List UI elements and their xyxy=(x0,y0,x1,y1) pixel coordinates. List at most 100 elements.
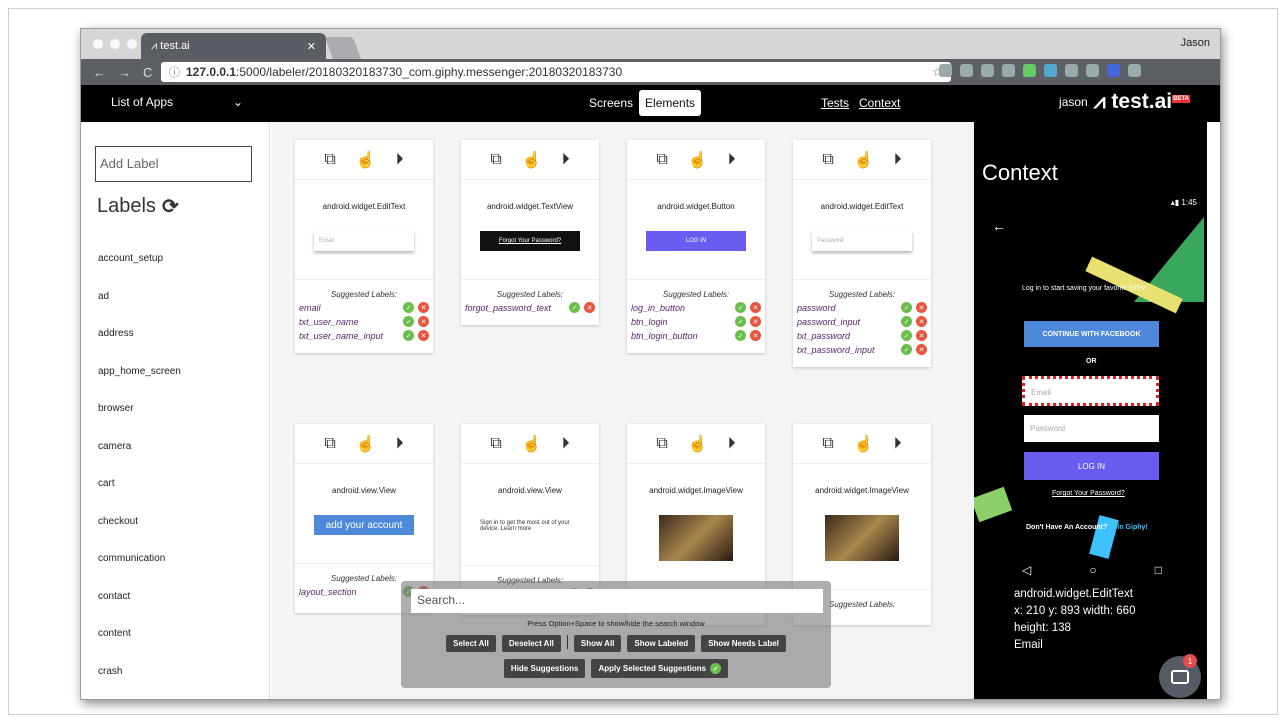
close-tab-icon[interactable]: ✕ xyxy=(307,40,316,53)
copy-icon[interactable]: ⧉ xyxy=(656,151,667,169)
forward-icon[interactable]: → xyxy=(118,65,131,80)
label-item[interactable]: camera xyxy=(98,441,181,479)
reject-icon[interactable]: ✕ xyxy=(916,302,927,313)
tap-icon[interactable]: ☝ xyxy=(356,434,376,454)
accept-icon[interactable]: ✓ xyxy=(901,302,912,313)
tap-icon[interactable]: ☝ xyxy=(854,434,874,454)
reject-icon[interactable]: ✕ xyxy=(418,302,429,313)
reject-icon[interactable]: ✕ xyxy=(750,330,761,341)
extension-icon[interactable] xyxy=(1065,64,1078,77)
tap-icon[interactable]: ☝ xyxy=(688,434,708,454)
label-item[interactable]: app_home_screen xyxy=(98,366,181,404)
tap-icon[interactable]: ☝ xyxy=(356,150,376,170)
accept-icon[interactable]: ✓ xyxy=(901,344,912,355)
label-item[interactable]: ad xyxy=(98,291,181,329)
play-step-icon[interactable]: ⏵ xyxy=(396,435,404,453)
reject-icon[interactable]: ✕ xyxy=(418,330,429,341)
reject-icon[interactable]: ✕ xyxy=(916,330,927,341)
nav-context[interactable]: Context xyxy=(859,96,900,110)
nav-buttons: ← → C xyxy=(81,65,159,80)
copy-icon[interactable]: ⧉ xyxy=(490,151,501,169)
label-item[interactable]: address xyxy=(98,328,181,366)
menu-dots-icon[interactable] xyxy=(1128,64,1141,77)
new-tab-button[interactable] xyxy=(324,37,362,59)
accept-icon[interactable]: ✓ xyxy=(901,330,912,341)
accept-icon[interactable]: ✓ xyxy=(735,316,746,327)
accept-icon[interactable]: ✓ xyxy=(735,330,746,341)
chat-button[interactable]: 1 xyxy=(1159,654,1201,698)
play-step-icon[interactable]: ⏵ xyxy=(894,435,902,453)
play-step-icon[interactable]: ⏵ xyxy=(562,151,570,169)
copy-icon[interactable]: ⧉ xyxy=(822,435,833,453)
apply-suggestions-button[interactable]: Apply Selected Suggestions ✓ xyxy=(591,659,729,678)
select-all-button[interactable]: Select All xyxy=(446,635,496,652)
minimize-window-button[interactable] xyxy=(110,39,120,49)
extension-icon[interactable] xyxy=(1002,64,1015,77)
reload-icon[interactable]: C xyxy=(143,65,152,80)
list-of-apps-dropdown[interactable]: List of Apps ⌄ xyxy=(111,95,243,109)
reject-icon[interactable]: ✕ xyxy=(916,344,927,355)
reject-icon[interactable]: ✕ xyxy=(750,316,761,327)
extension-icon[interactable] xyxy=(1086,64,1099,77)
label-item[interactable]: content xyxy=(98,628,181,666)
copy-icon[interactable]: ⧉ xyxy=(822,151,833,169)
label-item[interactable]: checkout xyxy=(98,516,181,554)
reject-icon[interactable]: ✕ xyxy=(916,316,927,327)
show-needs-label-button[interactable]: Show Needs Label xyxy=(701,635,786,652)
extension-icon[interactable] xyxy=(1023,64,1036,77)
play-step-icon[interactable]: ⏵ xyxy=(396,151,404,169)
show-labeled-button[interactable]: Show Labeled xyxy=(627,635,696,652)
play-step-icon[interactable]: ⏵ xyxy=(728,151,736,169)
play-step-icon[interactable]: ⏵ xyxy=(562,435,570,453)
tap-icon[interactable]: ☝ xyxy=(688,150,708,170)
label-item[interactable]: browser xyxy=(98,403,181,441)
accept-icon[interactable]: ✓ xyxy=(901,316,912,327)
copy-icon[interactable]: ⧉ xyxy=(490,435,501,453)
tap-icon[interactable]: ☝ xyxy=(522,434,542,454)
tap-icon[interactable]: ☝ xyxy=(522,150,542,170)
label-item[interactable]: cart xyxy=(98,478,181,516)
extension-icon[interactable] xyxy=(960,64,973,77)
add-label-input[interactable]: Add Label xyxy=(95,146,252,182)
search-input[interactable]: Search... xyxy=(411,589,823,613)
play-step-icon[interactable]: ⏵ xyxy=(728,435,736,453)
accept-icon[interactable]: ✓ xyxy=(735,302,746,313)
suggested-labels-heading: Suggested Labels: xyxy=(295,279,433,299)
extension-icon[interactable] xyxy=(981,64,994,77)
copy-icon[interactable]: ⧉ xyxy=(324,435,335,453)
label-item[interactable]: crash xyxy=(98,666,181,700)
accept-icon[interactable]: ✓ xyxy=(403,330,414,341)
deselect-all-button[interactable]: Deselect All xyxy=(501,635,561,652)
element-card: ⧉ ☝ ⏵ android.widget.Button LOG IN Sugge… xyxy=(627,140,765,353)
close-window-button[interactable] xyxy=(93,39,103,49)
label-item[interactable]: communication xyxy=(98,553,181,591)
profile-name[interactable]: Jason xyxy=(1181,37,1210,49)
reject-icon[interactable]: ✕ xyxy=(418,316,429,327)
user-name[interactable]: jason xyxy=(1059,95,1088,109)
copy-icon[interactable]: ⧉ xyxy=(324,151,335,169)
play-step-icon[interactable]: ⏵ xyxy=(894,151,902,169)
extension-icon[interactable] xyxy=(1044,64,1057,77)
extension-icon[interactable] xyxy=(939,64,952,77)
nav-elements[interactable]: Elements xyxy=(639,90,702,116)
label-item[interactable]: account_setup xyxy=(98,253,181,291)
nav-tests[interactable]: Tests xyxy=(821,96,849,110)
info-icon[interactable]: ⓘ xyxy=(169,64,180,80)
show-all-button[interactable]: Show All xyxy=(573,635,622,652)
accept-icon[interactable]: ✓ xyxy=(569,302,580,313)
back-icon[interactable]: ← xyxy=(93,65,106,80)
reject-icon[interactable]: ✕ xyxy=(584,302,595,313)
tap-icon[interactable]: ☝ xyxy=(854,150,874,170)
accept-icon[interactable]: ✓ xyxy=(403,316,414,327)
browser-tab[interactable]: ⩘ test.ai ✕ xyxy=(141,33,326,59)
url-field[interactable]: ⓘ 127.0.0.1:5000/labeler/20180320183730_… xyxy=(161,62,951,82)
reject-icon[interactable]: ✕ xyxy=(750,302,761,313)
maximize-window-button[interactable] xyxy=(127,39,137,49)
refresh-icon[interactable]: ⟳ xyxy=(162,194,179,219)
nav-screens[interactable]: Screens xyxy=(589,96,633,110)
accept-icon[interactable]: ✓ xyxy=(403,302,414,313)
copy-icon[interactable]: ⧉ xyxy=(656,435,667,453)
extension-icon[interactable] xyxy=(1107,64,1120,77)
hide-suggestions-button[interactable]: Hide Suggestions xyxy=(503,659,586,678)
label-item[interactable]: contact xyxy=(98,591,181,629)
